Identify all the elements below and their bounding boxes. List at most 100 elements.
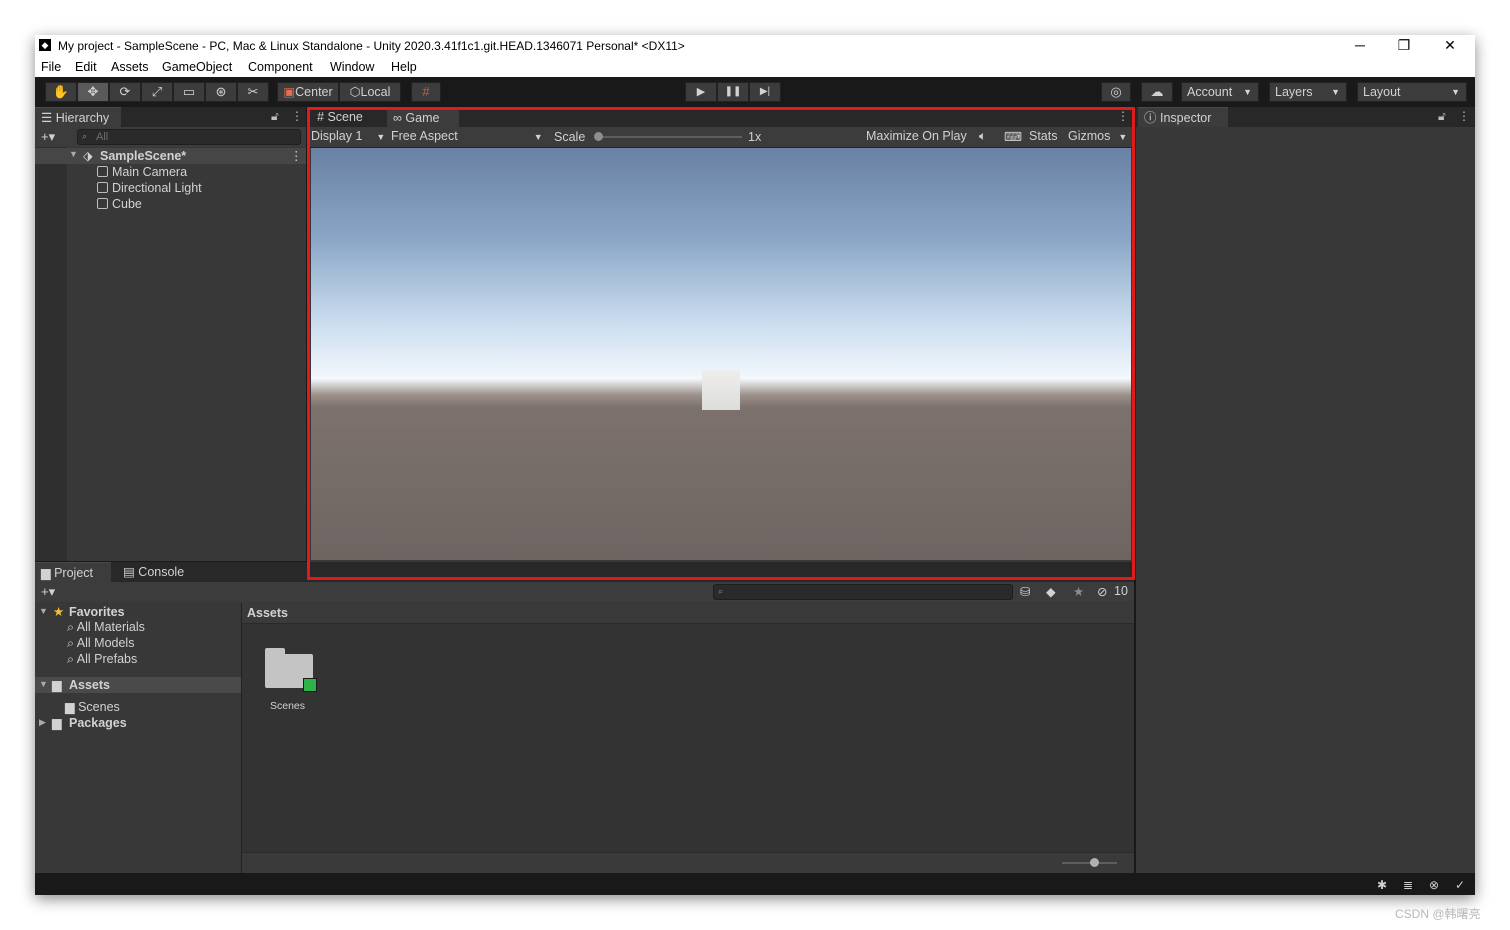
tab-inspector[interactable]: ⓘ Inspector	[1138, 107, 1228, 127]
kebab-menu-icon[interactable]: ⋮	[1117, 109, 1129, 123]
play-button[interactable]: ▶	[685, 82, 717, 102]
pivot-icon: ▣	[283, 85, 296, 99]
search-icon: ⌕	[718, 586, 724, 596]
hierarchy-add-button[interactable]: +▾	[41, 129, 55, 145]
breadcrumb-assets[interactable]: Assets	[247, 606, 288, 620]
status-bar	[35, 873, 1475, 895]
rect-tool-icon[interactable]: ▭	[173, 82, 205, 102]
maximize-on-play-toggle[interactable]: Maximize On Play	[866, 129, 967, 143]
gizmos-label: Gizmos	[1068, 129, 1111, 143]
scene-row[interactable]: ▼ ⬗ SampleScene* ⋮	[35, 148, 306, 164]
favorite-item[interactable]: ⌕ All Materials	[67, 620, 145, 635]
menu-help[interactable]: Help	[391, 60, 417, 74]
display-dropdown[interactable]: Display 1 ▼	[311, 129, 385, 143]
scene-name: SampleScene*	[100, 149, 187, 163]
project-add-button[interactable]: +▾	[41, 584, 55, 600]
tab-game[interactable]: ∞ Game	[387, 107, 459, 127]
layers-dropdown[interactable]: Layers ▼	[1269, 82, 1347, 102]
game-viewport[interactable]	[311, 148, 1131, 560]
layout-dropdown[interactable]: Layout ▼	[1357, 82, 1467, 102]
display-label: Display 1	[311, 129, 363, 143]
pivot-local-button[interactable]: ⬡Local	[339, 82, 401, 102]
favorite-item[interactable]: ⌕ All Models	[67, 636, 134, 651]
transform-tool-icon[interactable]: ⊛	[205, 82, 237, 102]
aspect-dropdown[interactable]: Free Aspect ▼	[391, 129, 543, 143]
packages-label[interactable]: Packages	[69, 716, 127, 730]
scale-slider-thumb[interactable]	[594, 132, 603, 141]
scale-value: 1x	[748, 130, 762, 144]
menu-edit[interactable]: Edit	[75, 60, 97, 74]
check-circle-icon[interactable]: ✓	[1453, 878, 1467, 892]
search-icon: ⌕	[67, 652, 77, 666]
favorite-item[interactable]: ⌕ All Prefabs	[67, 652, 137, 667]
tab-console[interactable]: ▤ Console	[117, 562, 197, 582]
pause-button[interactable]: ❚❚	[717, 82, 749, 102]
hidden-packages-icon[interactable]: ⊘	[1097, 584, 1107, 599]
asset-folder-scenes[interactable]	[265, 648, 317, 692]
custom-tool-icon[interactable]: ✂	[237, 82, 269, 102]
step-button[interactable]: ▶|	[749, 82, 781, 102]
filter-label-icon[interactable]: ◆	[1046, 584, 1056, 599]
network-icon[interactable]: ⊗	[1427, 878, 1441, 892]
folder-item[interactable]: ▆ Scenes	[65, 699, 120, 714]
gizmos-dropdown[interactable]: Gizmos ▼	[1068, 129, 1127, 143]
kebab-menu-icon[interactable]: ⋮	[1458, 109, 1470, 123]
unity-scene-icon: ⬗	[83, 149, 93, 163]
scene-game-tabbar: # Scene ∞ Game ⋮	[307, 107, 1133, 127]
collab-icon[interactable]: ◎	[1101, 82, 1131, 102]
cloud-icon[interactable]: ☁	[1141, 82, 1173, 102]
bug-icon[interactable]: ✱	[1375, 878, 1389, 892]
hierarchy-item[interactable]: Directional Light	[97, 181, 202, 195]
chevron-down-icon[interactable]: ▼	[69, 149, 78, 159]
menu-assets[interactable]: Assets	[111, 60, 149, 74]
chevron-right-icon[interactable]: ▶	[39, 717, 46, 728]
stack-icon[interactable]: ≣	[1401, 878, 1415, 892]
project-asset-grid: Scenes	[242, 624, 1134, 852]
hidden-packages-count: 10	[1114, 584, 1128, 598]
hierarchy-panel: ☰ Hierarchy 🔓︎ ⋮ +▾ ⌕ All ▼ ⬗ SampleScen…	[35, 107, 306, 561]
lock-icon[interactable]: 🔓︎	[1438, 109, 1446, 124]
restore-button[interactable]: ❐	[1381, 35, 1427, 57]
assets-row[interactable]: ▼ ▆ Assets	[35, 677, 241, 693]
close-button[interactable]: ✕	[1427, 35, 1473, 57]
keyboard-icon[interactable]: ⌨︎	[1004, 129, 1022, 144]
pivot-center-button[interactable]: ▣Center	[277, 82, 339, 102]
grid-snap-icon[interactable]: #	[411, 82, 441, 102]
icon-size-slider[interactable]	[1062, 858, 1117, 867]
mute-audio-icon[interactable]: 🔈︎	[979, 129, 987, 144]
account-dropdown[interactable]: Account ▼	[1181, 82, 1259, 102]
menu-file[interactable]: File	[41, 60, 61, 74]
hand-tool-icon[interactable]: ✋	[45, 82, 77, 102]
minimize-button[interactable]: ─	[1337, 35, 1383, 57]
lock-icon[interactable]: 🔓︎	[271, 109, 279, 124]
favorite-star-icon[interactable]: ★	[1073, 584, 1084, 599]
game-panel: # Scene ∞ Game ⋮ Display 1 ▼ Free Aspect ▼…	[307, 107, 1133, 579]
info-icon: ⓘ	[1144, 111, 1160, 125]
menu-gameobject[interactable]: GameObject	[162, 60, 232, 74]
scale-slider[interactable]	[594, 132, 742, 141]
chevron-down-icon[interactable]: ▼	[39, 606, 48, 616]
project-search-input[interactable]: ⌕	[713, 584, 1013, 600]
folder-item-label: Scenes	[78, 700, 120, 714]
kebab-menu-icon[interactable]: ⋮	[290, 148, 303, 163]
hierarchy-item[interactable]: Main Camera	[97, 165, 187, 179]
menu-component[interactable]: Component	[248, 60, 313, 74]
tab-hierarchy[interactable]: ☰ Hierarchy	[35, 107, 121, 127]
star-icon: ★	[53, 605, 65, 619]
tab-scene[interactable]: # Scene	[311, 107, 387, 127]
kebab-menu-icon[interactable]: ⋮	[291, 109, 303, 123]
favorites-label[interactable]: Favorites	[69, 605, 125, 619]
stats-button[interactable]: Stats	[1029, 129, 1058, 143]
hierarchy-search-input[interactable]: ⌕ All	[77, 129, 301, 145]
scale-tool-icon[interactable]: ⤢	[141, 82, 173, 102]
move-tool-icon[interactable]: ✥	[77, 82, 109, 102]
icon-size-slider-thumb[interactable]	[1090, 858, 1099, 867]
inspector-tabbar: ⓘ Inspector 🔓︎ ⋮	[1136, 107, 1475, 127]
filter-type-icon[interactable]: ⛁	[1020, 584, 1030, 599]
tab-project[interactable]: ▆ Project	[35, 562, 111, 582]
hierarchy-item[interactable]: Cube	[97, 197, 142, 211]
assets-label: Assets	[69, 678, 110, 692]
rotate-tool-icon[interactable]: ⟳	[109, 82, 141, 102]
menu-window[interactable]: Window	[330, 60, 374, 74]
chevron-down-icon[interactable]: ▼	[39, 679, 48, 689]
